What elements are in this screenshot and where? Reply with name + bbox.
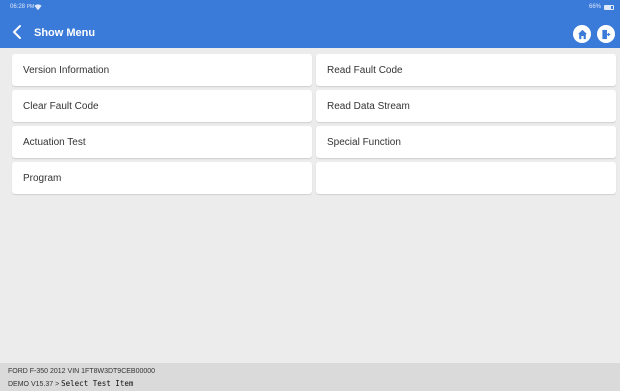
exit-button[interactable] [597, 25, 615, 43]
navigation-path: DEMO V15.37 > Select Test Item [8, 379, 133, 388]
home-button[interactable] [573, 25, 591, 43]
status-time: 06:28 PM [10, 4, 35, 10]
nav-bar: Show Menu [0, 20, 620, 48]
menu-item-actuation-test[interactable]: Actuation Test [12, 126, 312, 158]
menu-item-program[interactable]: Program [12, 162, 312, 194]
vehicle-info: FORD F-350 2012 VIN 1FT8W3DT9CEB00000 [8, 368, 156, 375]
menu-item-label: Actuation Test [23, 137, 86, 148]
wifi-icon [34, 4, 42, 11]
menu-item-read-fault-code[interactable]: Read Fault Code [316, 54, 616, 86]
menu-item-label: Version Information [23, 65, 110, 76]
menu-item-read-data-stream[interactable]: Read Data Stream [316, 90, 616, 122]
exit-icon [601, 29, 611, 39]
menu-item-version-information[interactable]: Version Information [12, 54, 312, 86]
battery-icon [604, 5, 614, 10]
battery-level: 66% [588, 4, 601, 10]
back-arrow-icon[interactable] [10, 24, 26, 40]
menu-item-empty [316, 162, 616, 194]
app-header: 06:28 PM 66% Show Menu [0, 0, 620, 48]
menu-item-special-function[interactable]: Special Function [316, 126, 616, 158]
status-bar: 06:28 PM 66% [0, 0, 620, 16]
menu-item-label: Read Data Stream [327, 101, 410, 112]
menu-item-label: Read Fault Code [327, 65, 403, 76]
menu-item-label: Special Function [327, 137, 401, 148]
footer-info-bar: FORD F-350 2012 VIN 1FT8W3DT9CEB00000 DE… [0, 363, 620, 391]
menu-item-label: Program [23, 173, 62, 184]
page-title: Show Menu [34, 27, 96, 39]
menu-item-label: Clear Fault Code [23, 101, 99, 112]
home-icon [577, 29, 587, 39]
menu-item-clear-fault-code[interactable]: Clear Fault Code [12, 90, 312, 122]
software-version: DEMO V15.37 > [8, 381, 60, 388]
current-step: Select Test Item [61, 379, 134, 388]
